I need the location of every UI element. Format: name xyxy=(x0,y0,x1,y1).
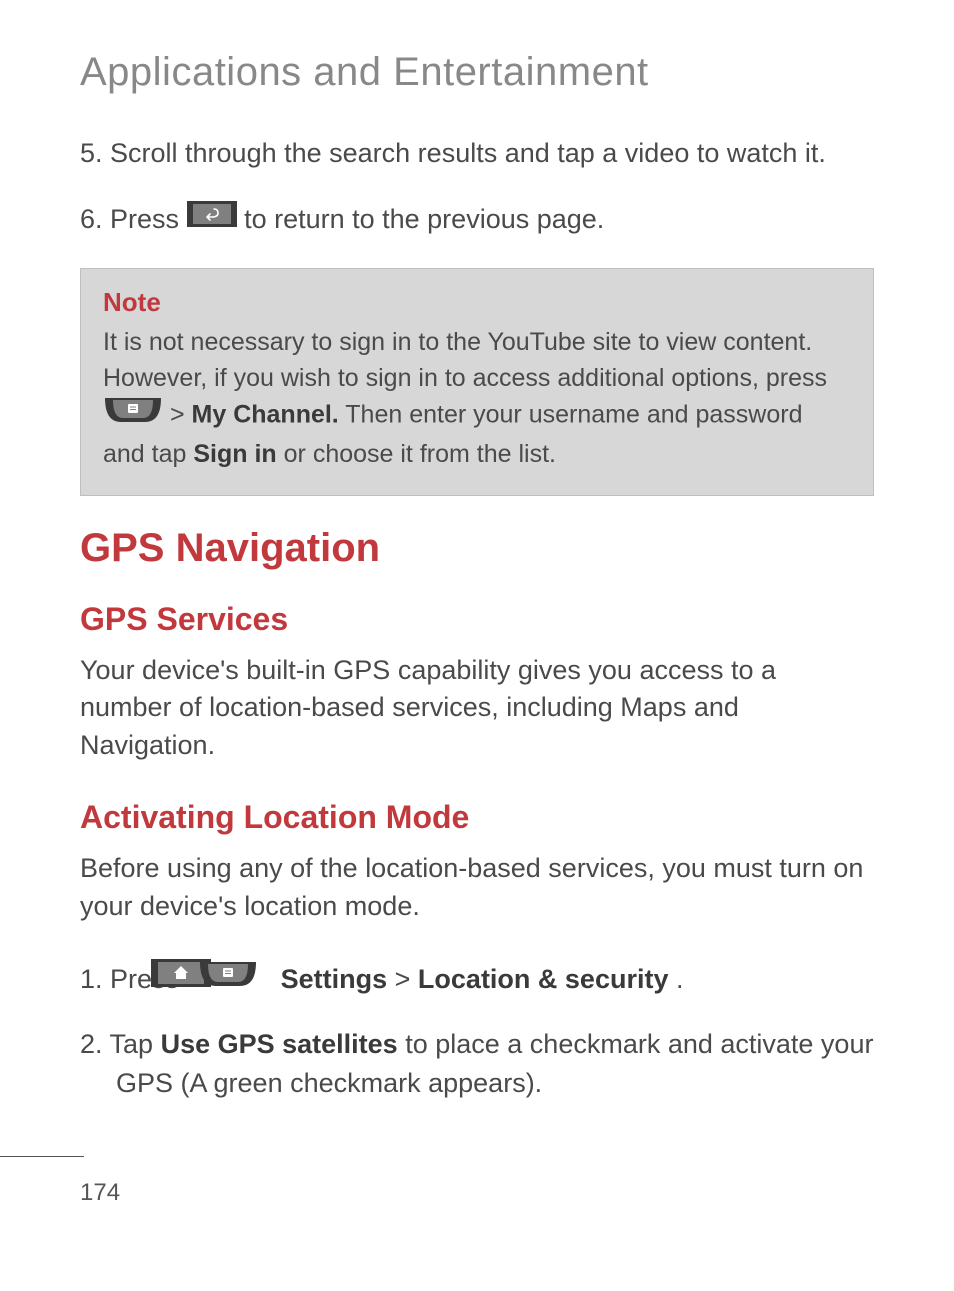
step1-location-security: Location & security xyxy=(418,964,669,994)
step1-gt3: > xyxy=(395,964,418,994)
note-body: It is not necessary to sign in to the Yo… xyxy=(103,324,851,473)
page-number: 174 xyxy=(80,1179,120,1207)
activating-step-2: 2. Tap Use GPS satellites to place a che… xyxy=(80,1025,874,1103)
menu-key-icon-2 xyxy=(234,958,258,999)
activating-step-1: 1. Press > > Settings > Location & secur… xyxy=(80,960,874,1001)
step-6-text-b: to return to the previous page. xyxy=(244,204,604,234)
note-line1: It is not necessary to sign in to the Yo… xyxy=(103,328,827,392)
step-6-text-a: 6. Press xyxy=(80,204,187,234)
step2-use-gps: Use GPS satellites xyxy=(161,1029,398,1059)
document-page: Applications and Entertainment 5. Scroll… xyxy=(0,0,954,1291)
step2-a: 2. Tap xyxy=(80,1029,161,1059)
step-5: 5. Scroll through the search results and… xyxy=(80,135,874,173)
page-title: Applications and Entertainment xyxy=(80,50,874,95)
activating-paragraph: Before using any of the location-based s… xyxy=(80,850,874,926)
gps-services-paragraph: Your device's built-in GPS capability gi… xyxy=(80,652,874,765)
step1-settings: Settings xyxy=(281,964,388,994)
note-box: Note It is not necessary to sign in to t… xyxy=(80,268,874,496)
heading-gps-services: GPS Services xyxy=(80,601,874,638)
back-key-icon xyxy=(187,200,237,238)
menu-key-icon xyxy=(103,394,163,434)
step-6: 6. Press to return to the previous page. xyxy=(80,201,874,240)
note-gt: > xyxy=(170,401,185,429)
step1-end: . xyxy=(676,964,684,994)
footer-rule xyxy=(0,1156,84,1157)
note-sign-in: Sign in xyxy=(193,440,276,468)
note-my-channel: My Channel. xyxy=(192,401,339,429)
step1-gt2: > xyxy=(265,960,273,999)
heading-activating-location: Activating Location Mode xyxy=(80,799,874,836)
note-line2-end: or choose it from the list. xyxy=(284,440,556,468)
note-title: Note xyxy=(103,287,851,318)
heading-gps-navigation: GPS Navigation xyxy=(80,526,874,571)
